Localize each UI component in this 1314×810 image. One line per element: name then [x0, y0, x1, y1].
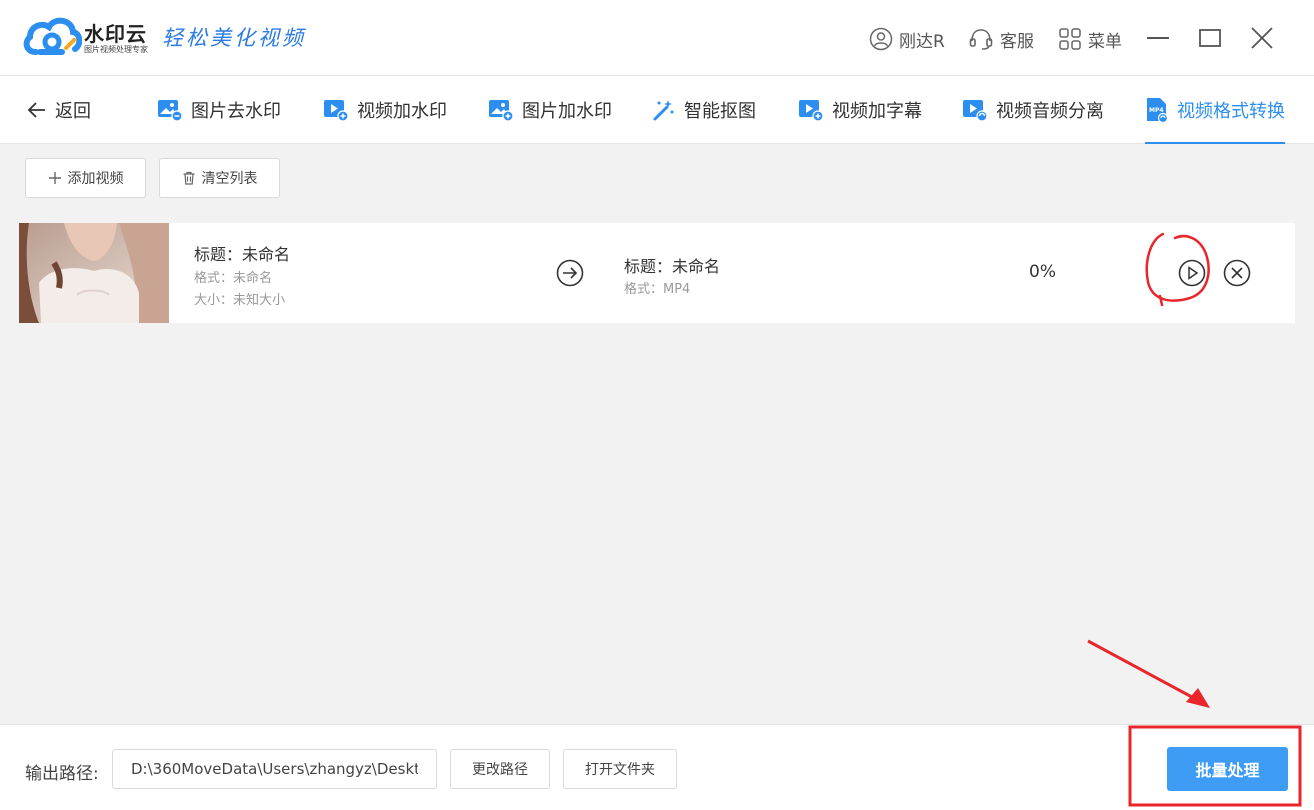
slogan: 轻松美化视频	[162, 26, 306, 50]
clear-list-button[interactable]: 清空列表	[159, 158, 280, 198]
close-icon	[1251, 27, 1273, 49]
headset-icon	[969, 29, 993, 50]
back-button[interactable]: 返回	[27, 76, 91, 144]
mp4-file-icon: MP4	[1145, 97, 1169, 123]
tab-image-add-watermark[interactable]: 图片加水印	[488, 76, 612, 144]
user-name: 刚达R	[899, 31, 945, 52]
title-bar: 水印云 图片视频处理专家 轻松美化视频 刚达R 客服 菜单	[0, 0, 1314, 76]
minimize-button[interactable]	[1142, 22, 1174, 54]
menu-label: 菜单	[1088, 31, 1122, 52]
magic-wand-icon	[652, 98, 676, 122]
source-title: 标题：未命名	[194, 245, 291, 264]
feature-nav-bar: 返回 图片去水印 视频加水印 图片加水印 智能抠图 视频加字幕 视频音频分离 M…	[0, 76, 1314, 144]
tab-video-audio-split[interactable]: 视频音频分离	[962, 76, 1104, 144]
minimize-icon	[1147, 37, 1169, 39]
video-add-icon	[323, 98, 349, 122]
video-subtitle-icon	[798, 98, 824, 122]
customer-service-button[interactable]: 客服	[968, 24, 1034, 54]
arrow-left-icon	[27, 100, 47, 120]
add-video-label: 添加视频	[67, 171, 124, 187]
tab-label: 视频加字幕	[832, 101, 922, 122]
video-split-icon	[962, 98, 988, 122]
progress-percent: 0%	[1029, 262, 1056, 282]
brand-name: 水印云	[84, 22, 147, 46]
tab-label: 视频格式转换	[1177, 101, 1285, 122]
brand-subtitle: 图片视频处理专家	[84, 45, 148, 54]
annotation-arrow-head	[1186, 688, 1210, 708]
tab-smart-cutout[interactable]: 智能抠图	[652, 76, 756, 144]
cloud-logo-icon	[23, 17, 82, 55]
open-folder-button[interactable]: 打开文件夹	[563, 749, 677, 789]
batch-process-button[interactable]: 批量处理	[1167, 747, 1288, 791]
tab-label: 图片加水印	[522, 101, 612, 122]
back-label: 返回	[55, 101, 91, 122]
image-add-icon	[488, 98, 514, 122]
footer-bar: 输出路径: 更改路径 打开文件夹 批量处理	[0, 724, 1314, 810]
tab-video-add-subtitle[interactable]: 视频加字幕	[798, 76, 922, 144]
change-path-button[interactable]: 更改路径	[450, 749, 550, 789]
annotation-arrow-line	[1087, 639, 1204, 705]
tab-label: 图片去水印	[191, 101, 281, 122]
tab-video-add-watermark[interactable]: 视频加水印	[323, 76, 447, 144]
service-label: 客服	[1000, 31, 1034, 52]
user-icon	[869, 27, 893, 51]
grid-menu-icon	[1059, 28, 1081, 50]
tab-video-format-convert[interactable]: MP4 视频格式转换	[1145, 76, 1285, 144]
output-path-label: 输出路径:	[25, 764, 99, 784]
tab-label: 视频加水印	[357, 101, 447, 122]
output-path-input[interactable]	[112, 749, 437, 789]
tab-label: 智能抠图	[684, 101, 756, 122]
video-file-row: 标题：未命名 格式：未命名 大小：未知大小 标题：未命名 格式：MP4 0%	[19, 223, 1295, 323]
clear-list-label: 清空列表	[201, 171, 258, 187]
user-account[interactable]: 刚达R	[869, 24, 945, 54]
svg-text:MP4: MP4	[1149, 107, 1164, 114]
source-size: 大小：未知大小	[194, 293, 286, 308]
tab-label: 视频音频分离	[996, 101, 1104, 122]
plus-icon	[48, 171, 62, 185]
remove-circle-icon[interactable]	[1223, 259, 1251, 287]
menu-button[interactable]: 菜单	[1058, 24, 1122, 54]
output-format: 格式：MP4	[624, 282, 691, 297]
trash-icon	[182, 171, 196, 185]
maximize-button[interactable]	[1194, 22, 1226, 54]
play-icon[interactable]	[1178, 259, 1206, 287]
source-format: 格式：未命名	[194, 271, 273, 286]
maximize-icon	[1199, 29, 1221, 47]
output-title: 标题：未命名	[624, 257, 721, 276]
arrow-right-circle-icon	[556, 259, 584, 287]
tab-image-remove-watermark[interactable]: 图片去水印	[157, 76, 281, 144]
close-window-button[interactable]	[1246, 22, 1278, 54]
video-thumbnail	[19, 223, 169, 323]
add-video-button[interactable]: 添加视频	[25, 158, 146, 198]
image-remove-icon	[157, 98, 183, 122]
